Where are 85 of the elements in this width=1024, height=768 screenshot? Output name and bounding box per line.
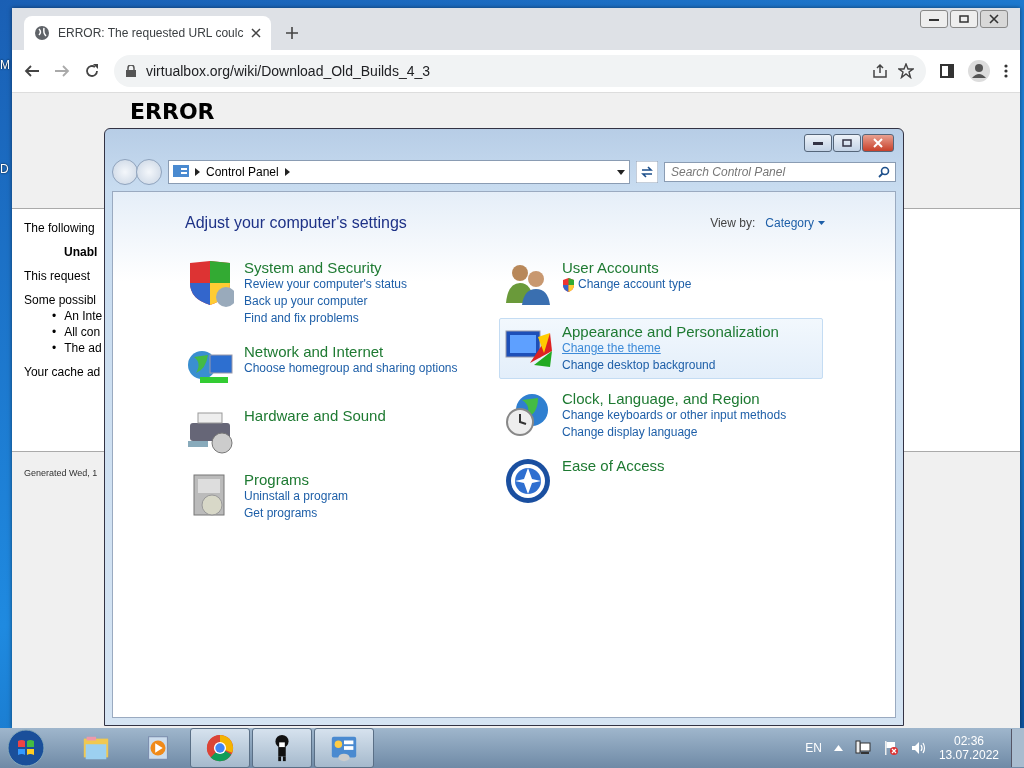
- desktop-icon-label[interactable]: M: [0, 58, 10, 72]
- view-by-label: View by:: [710, 216, 756, 230]
- search-icon: [878, 166, 890, 178]
- minimize-button[interactable]: [920, 10, 948, 28]
- category-title[interactable]: Hardware and Sound: [244, 407, 386, 424]
- category-title[interactable]: Programs: [244, 471, 349, 488]
- minimize-icon: [929, 17, 939, 21]
- close-button[interactable]: [980, 10, 1008, 28]
- page-text: Unabl: [63, 245, 98, 259]
- page-text: This request: [24, 269, 91, 283]
- category-link[interactable]: Choose homegroup and sharing options: [244, 360, 458, 377]
- flag-icon[interactable]: [882, 740, 899, 756]
- category-title[interactable]: Network and Internet: [244, 343, 458, 360]
- lock-icon: [126, 65, 136, 77]
- address-bar[interactable]: Control Panel: [168, 160, 630, 184]
- desktop-icon-label[interactable]: D: [0, 162, 10, 176]
- volume-icon[interactable]: [910, 740, 927, 756]
- close-icon: [873, 138, 883, 148]
- category-link[interactable]: Change desktop background: [562, 357, 779, 374]
- chevron-icon[interactable]: [284, 168, 290, 176]
- new-tab-icon[interactable]: [285, 26, 300, 40]
- side-panel-icon[interactable]: [940, 64, 954, 78]
- category-link[interactable]: Get programs: [244, 505, 349, 522]
- share-icon[interactable]: [872, 63, 888, 79]
- category-link[interactable]: Back up your computer: [244, 293, 408, 310]
- control-panel-icon: [173, 165, 189, 179]
- category-link[interactable]: Find and fix problems: [244, 310, 408, 327]
- page-footer: Generated Wed, 1: [24, 468, 98, 478]
- category-title[interactable]: Clock, Language, and Region: [562, 390, 787, 407]
- category-item[interactable]: Appearance and Personalization Change the theme Change desktop background: [499, 318, 823, 379]
- start-button[interactable]: [6, 728, 46, 768]
- address-bar[interactable]: virtualbox.org/wiki/Download_Old_Builds_4_3: [114, 55, 926, 87]
- tab-title: ERROR: The requested URL coulc: [58, 26, 244, 40]
- bullet-marker: •: [52, 325, 57, 339]
- browser-tab[interactable]: ERROR: The requested URL coulc: [24, 16, 272, 50]
- accessibility-icon: [504, 457, 552, 505]
- url-text: virtualbox.org/wiki/Download_Old_Builds_4_3: [146, 63, 432, 79]
- star-icon[interactable]: [898, 63, 914, 79]
- view-by-dropdown[interactable]: Category: [765, 216, 825, 230]
- page-text: Your cache ad: [24, 365, 101, 379]
- category-link[interactable]: Change display language: [562, 424, 787, 441]
- chevron-icon[interactable]: [195, 168, 200, 176]
- page-heading: Adjust your computer's settings: [185, 214, 407, 232]
- category-link[interactable]: Review your computer's status: [244, 276, 408, 293]
- tray-expand-icon[interactable]: [833, 745, 843, 751]
- shield-icon: [562, 277, 575, 292]
- reload-icon[interactable]: [84, 63, 100, 79]
- page-text: Some possibl: [24, 293, 97, 307]
- page-heading: ERROR: [130, 99, 216, 124]
- show-desktop-button[interactable]: [1011, 729, 1024, 767]
- category-link[interactable]: Change keyboards or other input methods: [562, 407, 787, 424]
- minimize-button[interactable]: [804, 134, 832, 152]
- maximize-icon: [842, 139, 852, 147]
- category-title[interactable]: System and Security: [244, 259, 408, 276]
- profile-icon[interactable]: [968, 60, 990, 82]
- page-text: The following: [24, 221, 95, 235]
- category-link[interactable]: Uninstall a program: [244, 488, 349, 505]
- category-title[interactable]: User Accounts: [562, 259, 692, 276]
- category-title[interactable]: Ease of Access: [562, 457, 665, 474]
- refresh-icon[interactable]: [636, 161, 658, 183]
- bullet-marker: •: [52, 341, 57, 355]
- browser-icon: [205, 733, 235, 763]
- search-field[interactable]: Search Control Panel: [664, 162, 896, 182]
- bullet-item: The ad: [64, 341, 102, 355]
- close-icon[interactable]: [251, 28, 262, 38]
- minimize-icon: [813, 141, 823, 145]
- network-icon[interactable]: [854, 740, 871, 756]
- back-icon[interactable]: [24, 63, 40, 79]
- bullet-marker: •: [52, 309, 57, 323]
- category-title[interactable]: Appearance and Personalization: [562, 323, 779, 340]
- category-link[interactable]: Change the theme: [562, 340, 779, 357]
- menu-icon[interactable]: [1004, 64, 1008, 78]
- breadcrumb-item[interactable]: Control Panel: [206, 165, 279, 179]
- bullet-item: All con: [64, 325, 101, 339]
- category-link[interactable]: Change account type: [562, 276, 692, 293]
- dropdown-icon[interactable]: [617, 169, 625, 175]
- maximize-button[interactable]: [833, 134, 861, 152]
- bullet-item: An Inte: [64, 309, 103, 323]
- restore-icon: [959, 15, 969, 23]
- close-button[interactable]: [862, 134, 894, 152]
- caret-icon: [818, 221, 825, 225]
- taskbar-app[interactable]: [252, 728, 312, 768]
- globe-icon: [34, 25, 50, 41]
- close-icon: [989, 14, 999, 24]
- restore-button[interactable]: [950, 10, 978, 28]
